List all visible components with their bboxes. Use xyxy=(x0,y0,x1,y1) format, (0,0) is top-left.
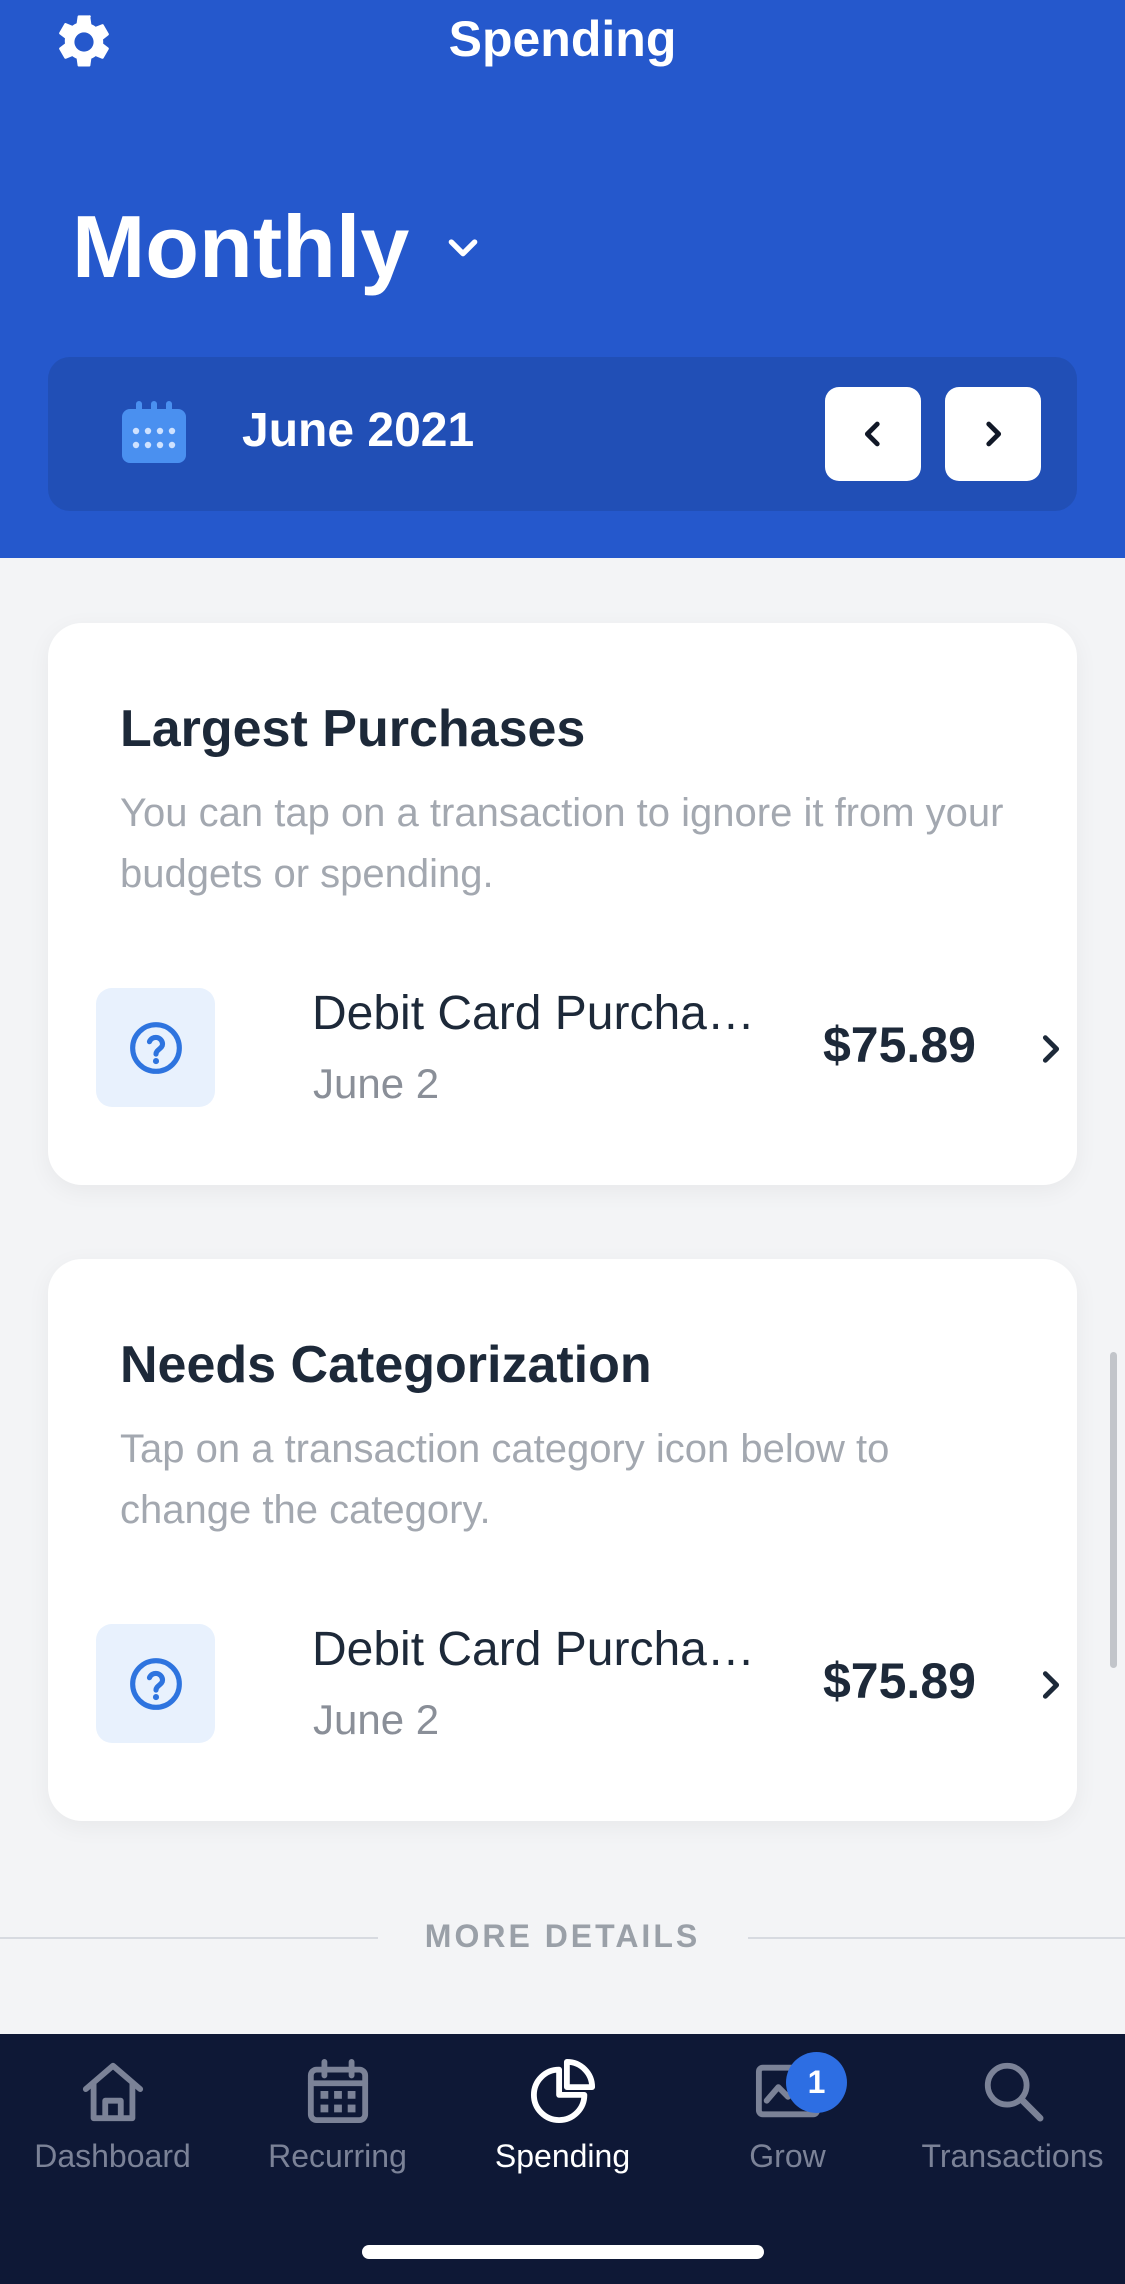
tab-label: Dashboard xyxy=(34,2138,191,2174)
tab-label: Spending xyxy=(494,2138,631,2174)
card-description: Tap on a transaction category icon below… xyxy=(120,1427,890,1532)
tab-label: Recurring xyxy=(268,2138,407,2174)
date-label: June 2021 xyxy=(242,404,475,457)
chevron-right-icon xyxy=(1042,1035,1060,1063)
transaction-name: Debit Card Purcha… xyxy=(312,987,755,1040)
period-selector[interactable]: Monthly xyxy=(72,196,483,298)
calendar-icon xyxy=(122,401,186,463)
category-icon-button[interactable] xyxy=(96,1624,215,1743)
period-label: Monthly xyxy=(72,197,410,296)
calendar-icon xyxy=(307,2058,368,2124)
scrollbar[interactable] xyxy=(1110,1352,1117,1668)
tab-dashboard[interactable]: Dashboard xyxy=(0,2058,225,2198)
divider-line xyxy=(748,1937,1125,1939)
search-icon xyxy=(984,2062,1043,2122)
notification-badge: 1 xyxy=(786,2052,847,2113)
card-title: Largest Purchases xyxy=(120,700,586,758)
home-indicator[interactable] xyxy=(362,2245,764,2259)
header: Spending Monthly June 2021 xyxy=(0,0,1125,558)
tab-transactions[interactable]: Transactions xyxy=(900,2058,1125,2198)
transaction-amount: $75.89 xyxy=(823,1017,976,1073)
transaction-date: June 2 xyxy=(313,1060,440,1107)
card-title: Needs Categorization xyxy=(120,1336,652,1394)
next-month-button[interactable] xyxy=(945,387,1041,481)
question-icon xyxy=(129,1021,182,1074)
largest-purchases-card: Largest Purchases You can tap on a trans… xyxy=(48,623,1077,1185)
tab-label: Transactions xyxy=(921,2138,1104,2174)
chevron-down-icon xyxy=(448,239,478,257)
category-icon-button[interactable] xyxy=(96,988,215,1107)
previous-month-button[interactable] xyxy=(825,387,921,481)
home-icon xyxy=(82,2062,143,2122)
tab-spending[interactable]: Spending xyxy=(450,2058,675,2198)
page-title: Spending xyxy=(448,11,677,67)
transaction-date: June 2 xyxy=(313,1696,440,1743)
chevron-left-icon xyxy=(864,421,880,447)
tab-recurring[interactable]: Recurring xyxy=(225,2058,450,2198)
chevron-right-icon xyxy=(1042,1671,1060,1699)
chevron-right-icon xyxy=(986,421,1002,447)
transaction-amount: $75.89 xyxy=(823,1653,976,1709)
transaction-row[interactable]: Debit Card Purcha… June 2 $75.89 xyxy=(96,987,1060,1108)
more-details-divider[interactable]: MORE DETAILS xyxy=(0,1918,1125,1958)
card-description: You can tap on a transaction to ignore i… xyxy=(120,791,1004,896)
pie-chart-icon xyxy=(530,2058,595,2123)
question-icon xyxy=(129,1657,182,1710)
transaction-name: Debit Card Purcha… xyxy=(312,1623,755,1676)
transaction-row[interactable]: Debit Card Purcha… June 2 $75.89 xyxy=(96,1623,1060,1744)
needs-categorization-card: Needs Categorization Tap on a transactio… xyxy=(48,1259,1077,1821)
tab-label: Grow xyxy=(749,2138,826,2174)
date-navigator: June 2021 xyxy=(48,357,1077,511)
